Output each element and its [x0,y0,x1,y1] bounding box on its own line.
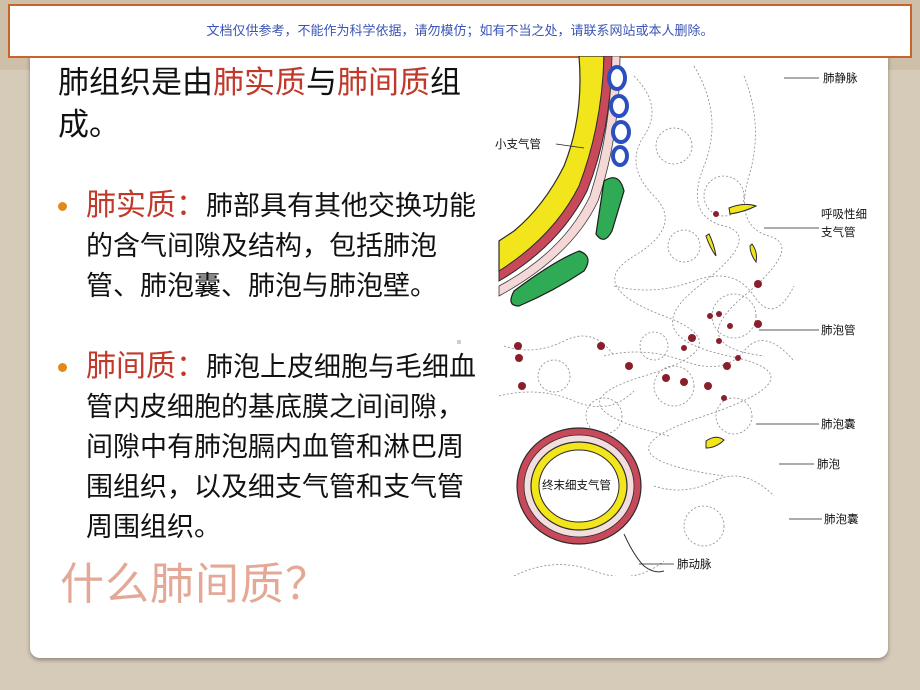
decorative-dot [457,340,461,344]
label-alveolar-sac-2: 肺泡囊 [824,512,859,526]
bullet-dot-icon [58,363,67,372]
bullet-parenchyma: 肺实质：肺部具有其他交换功能的含气间隙及结构，包括肺泡管、肺泡囊、肺泡与肺泡壁。 [58,186,488,307]
label-pulmonary-vein: 肺静脉 [823,71,858,85]
overlay-title: 什么肺间质？ [60,559,330,610]
label-alveolar-sac-1: 肺泡囊 [821,417,856,431]
bullet-interstitium: 肺间质：肺泡上皮细胞与毛细血管内皮细胞的基底膜之间间隙，间隙中有肺泡膈内血管和淋… [58,347,488,548]
lung-tissue-illustration: 肺静脉 小支气管 呼吸性细 支气管 肺泡管 肺泡囊 肺泡 肺泡囊 终末细支气管 … [495,56,867,576]
bullet-term: 肺实质： [86,188,206,223]
intro-term-parenchyma: 肺实质 [213,65,306,101]
bullet-dot-icon [58,202,67,211]
disclaimer-text: 文档仅供参考，不能作为科学依据，请勿模仿；如有不当之处，请联系网站或本人删除。 [206,24,714,39]
label-small-bronchus: 小支气管 [495,137,541,151]
label-terminal-bronchiole: 终末细支气管 [542,478,611,492]
label-alveolus: 肺泡 [817,457,840,471]
bullet-term: 肺间质： [86,349,206,384]
intro-text-1: 肺组织是由 [58,65,213,101]
slide-text: 肺组织是由肺实质与肺间质组成。 肺实质：肺部具有其他交换功能的含气间隙及结构，包… [58,62,488,548]
disclaimer-banner: 文档仅供参考，不能作为科学依据，请勿模仿；如有不当之处，请联系网站或本人删除。 [8,4,912,58]
intro-text-2: 与 [306,65,337,101]
intro-term-interstitium: 肺间质 [337,65,430,101]
label-resp-bronchiole-2: 支气管 [821,225,856,239]
label-alveolar-duct: 肺泡管 [821,323,856,337]
intro-paragraph: 肺组织是由肺实质与肺间质组成。 [58,62,488,146]
pulmonary-artery-line [623,533,665,573]
label-resp-bronchiole-1: 呼吸性细 [821,207,867,221]
label-pulmonary-artery: 肺动脉 [677,557,712,571]
